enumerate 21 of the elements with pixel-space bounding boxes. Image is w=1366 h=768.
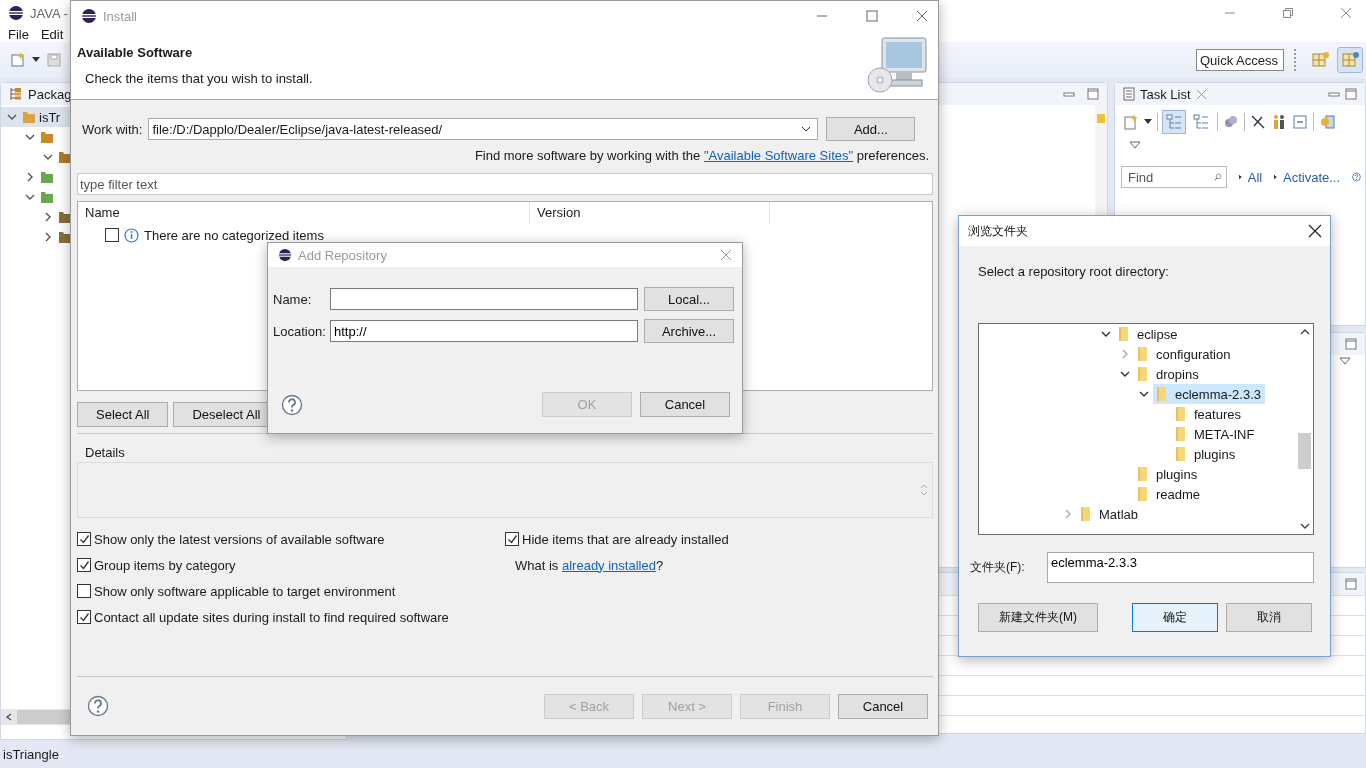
checkbox-label: Contact all update sites during install to find required software <box>94 609 449 625</box>
sites-note: Find more software by working with the "Available Software Sites" preferences. <box>474 148 929 163</box>
dialog-prompt: Select a repository root directory: <box>977 264 1170 279</box>
field-label: Location: <box>273 323 327 339</box>
dialog-title: Add Repository <box>298 247 387 263</box>
checkbox-label: Show only software applicable to target environment <box>94 583 396 599</box>
checkbox-label: Group items by category <box>94 557 236 573</box>
page-description: Check the items that you wish to install. <box>84 70 314 86</box>
details-label: Details <box>84 445 126 460</box>
dialog-title: 浏览文件夹 <box>968 222 1028 240</box>
checkbox-label: Hide items that are already installed <box>522 531 729 547</box>
status-text: isTriangle <box>3 746 59 762</box>
table-cell: There are no categorized items <box>144 227 324 243</box>
dialog-title: Install <box>103 8 137 24</box>
page-heading: Available Software <box>77 44 194 60</box>
field-label: Work with: <box>82 121 143 137</box>
checkbox-label: Show only the latest versions of available software <box>94 531 385 547</box>
window-title: JAVA - <box>30 5 68 21</box>
field-label: 文件夹(F): <box>970 559 1026 576</box>
installed-note: What is already installed? <box>515 557 664 573</box>
field-label: Name: <box>273 291 313 307</box>
